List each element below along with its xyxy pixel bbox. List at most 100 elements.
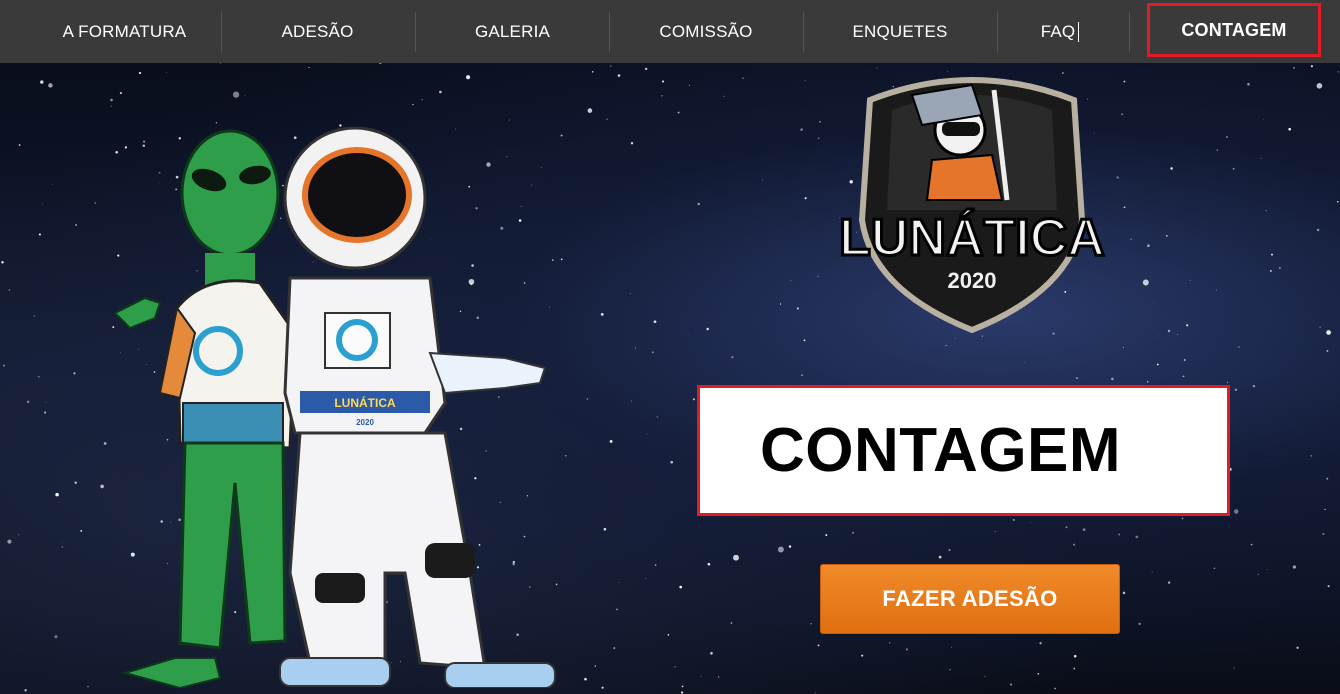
- star: [955, 338, 956, 339]
- star: [651, 351, 654, 354]
- star: [742, 77, 744, 79]
- nav-item-a-formatura[interactable]: A FORMATURA: [52, 0, 197, 63]
- star: [37, 375, 40, 378]
- star: [119, 92, 122, 95]
- star: [40, 80, 44, 84]
- star: [629, 293, 631, 294]
- star: [1076, 377, 1078, 379]
- star: [810, 623, 812, 625]
- star: [1232, 167, 1235, 170]
- star: [779, 303, 782, 305]
- star: [1073, 543, 1076, 546]
- astronaut-mascot: LUNÁTICA 2020: [279, 126, 556, 688]
- star: [1233, 667, 1235, 669]
- star: [1279, 267, 1281, 269]
- star: [54, 635, 58, 639]
- star: [587, 108, 593, 113]
- star: [800, 128, 803, 131]
- nav-item-faq[interactable]: FAQ: [1020, 0, 1100, 63]
- star: [1181, 517, 1184, 520]
- star: [688, 84, 690, 86]
- star: [1118, 533, 1121, 536]
- nav-item-contagem[interactable]: CONTAGEM: [1147, 3, 1321, 57]
- star: [1151, 571, 1153, 573]
- star: [1122, 591, 1126, 595]
- star: [718, 676, 720, 678]
- star: [1142, 279, 1149, 286]
- star: [8, 289, 11, 291]
- nav-divider: [1129, 12, 1130, 52]
- star: [1183, 359, 1186, 361]
- star: [796, 307, 799, 310]
- star: [1156, 363, 1159, 366]
- star: [1319, 326, 1321, 328]
- nav-item-faq-label: FAQ: [1040, 21, 1076, 41]
- star: [62, 542, 63, 544]
- star: [762, 179, 764, 181]
- nav-item-enquetes[interactable]: ENQUETES: [830, 0, 970, 63]
- star: [1293, 67, 1295, 69]
- star: [1292, 565, 1297, 569]
- star: [61, 546, 63, 548]
- alien-astronaut-mascots-image: LUNÁTICA 2020: [113, 126, 556, 688]
- star: [801, 374, 803, 376]
- fazer-adesao-button[interactable]: FAZER ADESÃO: [820, 564, 1120, 634]
- top-navigation: A FORMATURA ADESÃO GALERIA COMISSÃO ENQU…: [0, 0, 1340, 63]
- star: [379, 63, 382, 65]
- star: [981, 335, 983, 337]
- star: [1233, 509, 1239, 514]
- star: [1152, 301, 1154, 303]
- nav-divider: [221, 12, 222, 52]
- star: [1322, 532, 1325, 535]
- star: [706, 327, 709, 331]
- nav-item-adesao[interactable]: ADESÃO: [250, 0, 385, 63]
- star: [1326, 477, 1329, 480]
- star: [1065, 526, 1068, 529]
- star: [138, 71, 142, 75]
- star: [1177, 333, 1179, 335]
- star: [244, 95, 246, 97]
- star: [1123, 206, 1126, 209]
- star: [876, 67, 878, 69]
- star: [804, 197, 807, 200]
- nav-item-galeria[interactable]: GALERIA: [445, 0, 580, 63]
- lunatica-2020-logo: LUNÁTICA 2020: [838, 77, 1106, 334]
- star: [1324, 508, 1326, 511]
- star: [1121, 113, 1123, 115]
- star: [73, 372, 76, 375]
- star: [667, 634, 670, 636]
- nav-divider: [415, 12, 416, 52]
- star: [439, 90, 442, 94]
- star: [1123, 80, 1126, 83]
- star: [1337, 201, 1339, 203]
- star: [466, 75, 471, 80]
- logo-name: LUNÁTICA: [839, 209, 1105, 267]
- alien-mascot: [113, 129, 297, 688]
- star: [584, 677, 587, 681]
- star: [1031, 522, 1032, 523]
- star: [1296, 646, 1299, 649]
- star: [1009, 683, 1013, 686]
- star: [1147, 244, 1150, 247]
- star: [661, 80, 665, 83]
- star: [656, 416, 658, 418]
- star: [38, 233, 41, 236]
- star: [1167, 329, 1171, 333]
- star: [613, 647, 616, 650]
- star: [606, 118, 608, 120]
- nav-divider: [803, 12, 804, 52]
- star: [421, 99, 423, 101]
- star: [1326, 330, 1331, 335]
- star: [723, 95, 725, 97]
- star: [617, 74, 621, 77]
- nav-item-comissao[interactable]: COMISSÃO: [636, 0, 776, 63]
- star: [733, 554, 739, 561]
- star: [825, 534, 828, 537]
- star: [33, 315, 35, 317]
- star: [1165, 235, 1168, 237]
- star: [1054, 687, 1056, 690]
- star: [697, 202, 700, 206]
- star: [1073, 667, 1076, 670]
- mascot-badge-year: 2020: [356, 418, 374, 427]
- star: [1225, 135, 1229, 139]
